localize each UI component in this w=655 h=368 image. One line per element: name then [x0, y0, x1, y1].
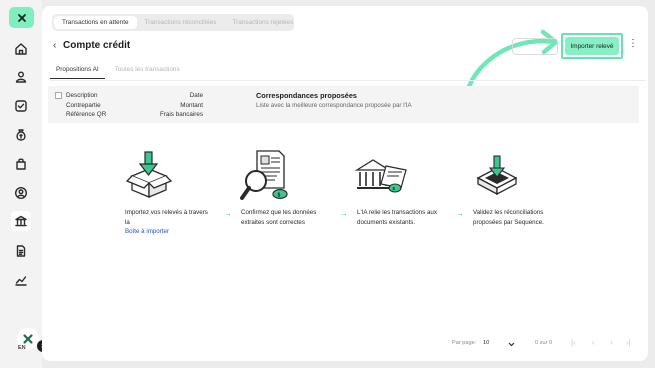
sequence-avatar-icon [23, 334, 33, 344]
tab-rejected-transactions[interactable]: Transactions rejetées [224, 16, 301, 29]
svg-text:$: $ [278, 193, 281, 199]
import-box-link[interactable]: Boîte à importer [125, 227, 225, 237]
header-qr-reference: Référence QR [66, 111, 107, 118]
header-correspondences: Correspondances proposées Liste avec la … [256, 91, 412, 109]
bank-icon[interactable] [13, 213, 29, 229]
step-import-line1: Importez vos relevés à travers [125, 209, 208, 216]
view-tabs: Propositions AI Toutes les transactions [50, 63, 186, 79]
header-left-column: Description Contrepartie Référence QR [66, 91, 106, 120]
header-right-column: Date Montant Frais bancaires [148, 91, 203, 120]
per-page-select[interactable]: 10 [483, 340, 489, 346]
main-panel: Transactions en attente Transactions réc… [42, 6, 648, 361]
document-icon[interactable] [13, 243, 29, 259]
tab-reconciled-transactions[interactable]: Transactions réconciliées [137, 16, 225, 29]
step-arrow-icon: → [340, 209, 348, 218]
tabs-divider [50, 80, 646, 81]
secondary-action-button[interactable] [512, 38, 558, 55]
correspondences-subtitle: Liste avec la meilleure correspondance p… [256, 102, 412, 109]
per-page-label: Par page: [452, 340, 477, 346]
verify-document-illustration: $ [240, 150, 288, 200]
header-bank-fees: Frais bancaires [159, 111, 203, 118]
step-ai-link: L'IA relie les transactions aux document… [357, 208, 457, 227]
next-page-icon[interactable]: › [610, 338, 613, 347]
correspondences-title: Correspondances proposées [256, 91, 357, 100]
step-ai-link-line2: documents existants. [357, 218, 416, 226]
step-arrow-icon: → [456, 209, 464, 218]
page-title: Compte crédit [63, 40, 131, 51]
select-all-checkbox[interactable] [55, 92, 62, 99]
import-statement-button[interactable]: Importer relevé [565, 37, 619, 55]
first-page-icon[interactable]: |‹ [571, 338, 576, 347]
checkbox-icon[interactable] [13, 98, 29, 114]
step-validate-line2: proposées par Sequence. [473, 218, 544, 226]
more-options-icon[interactable]: ⋮ [628, 39, 638, 49]
step-confirm: Confirmez que les données extraites sont… [241, 208, 341, 227]
last-page-icon[interactable]: ›| [626, 338, 631, 347]
sidebar: 3 EN [0, 0, 49, 368]
home-icon[interactable] [13, 41, 29, 57]
step-validate: Validez les réconciliations proposées pa… [473, 208, 573, 227]
step-import-line2: la [125, 218, 130, 226]
header-date: Date [189, 92, 203, 99]
header-amount: Montant [180, 101, 203, 109]
back-chevron-icon[interactable]: ‹ [53, 40, 56, 51]
shopping-bag-icon[interactable] [13, 156, 29, 172]
header-description: Description [66, 92, 98, 99]
tab-all-transactions[interactable]: Toutes les transactions [109, 63, 186, 79]
table-header: Description Contrepartie Référence QR Da… [48, 86, 639, 123]
step-confirm-line1: Confirmez que les données [241, 209, 317, 216]
language-indicator[interactable]: EN [18, 345, 26, 351]
transaction-status-tabs: Transactions en attente Transactions réc… [52, 14, 294, 31]
money-bag-icon[interactable] [13, 127, 29, 143]
chart-icon[interactable] [13, 272, 29, 288]
validate-illustration [476, 155, 518, 196]
ai-link-illustration: $ [354, 159, 407, 193]
user-icon[interactable] [13, 69, 29, 85]
tab-pending-transactions[interactable]: Transactions en attente [54, 16, 137, 29]
tab-ai-proposals[interactable]: Propositions AI [50, 63, 105, 79]
import-box-illustration [125, 151, 173, 198]
header-counterparty: Contrepartie [66, 101, 101, 109]
step-validate-line1: Validez les réconciliations [473, 209, 544, 216]
pagination-range: 0 sur 0 [535, 340, 553, 346]
step-confirm-line2: extraites sont correctes [241, 218, 305, 226]
step-ai-link-line1: L'IA relie les transactions aux [357, 209, 437, 216]
chevron-down-icon[interactable] [508, 342, 515, 347]
prev-page-icon[interactable]: ‹ [592, 338, 595, 347]
sequence-logo-icon [17, 13, 26, 22]
step-import: Importez vos relevés à travers la Boîte … [125, 208, 225, 237]
profile-circle-icon[interactable] [13, 185, 29, 201]
sequence-logo[interactable] [9, 7, 34, 28]
step-arrow-icon: → [224, 209, 232, 218]
